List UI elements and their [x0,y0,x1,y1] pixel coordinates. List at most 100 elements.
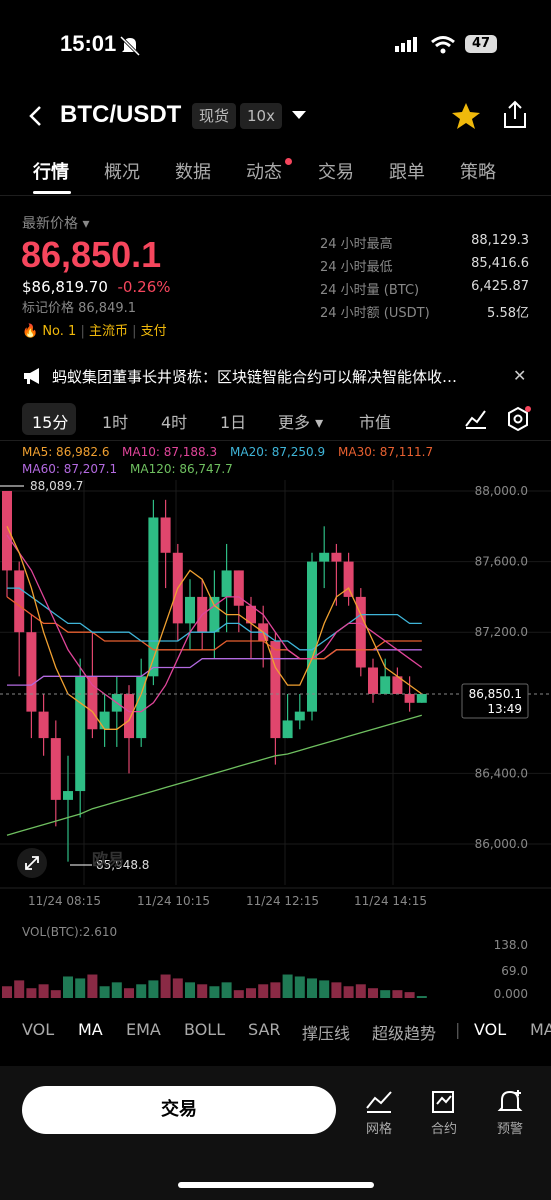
tab-feed[interactable]: 动态 [246,158,282,184]
period-4h[interactable]: 4时 [161,409,187,433]
candle-body [185,596,195,624]
y-tick-label: 87,600.0 [475,555,528,569]
x-tick-label: 11/24 08:15 [28,894,101,908]
volume-bar [331,982,342,998]
candlestick-chart[interactable]: 88,000.0 87,600.0 87,200.0 86,400.0 86,000.0… [0,480,551,910]
star-favorite-icon[interactable] [451,101,481,131]
indicator-bar: VOL MA EMA BOLL SAR 撑压线 超级趋势 | VOL MA [0,1012,551,1048]
volume-bar [172,978,183,998]
grid-button[interactable]: 网格 [349,1088,409,1137]
candle-body [343,561,354,597]
tab-copy[interactable]: 跟单 [389,158,425,184]
volume-bar [14,980,25,998]
volume-bar [282,974,293,998]
contract-icon [432,1091,454,1113]
alert-label: 预警 [496,1122,523,1137]
settings-hex-icon[interactable] [505,406,531,432]
ind-divider: | [455,1020,461,1039]
ind-ma[interactable]: MA [78,1020,103,1039]
tab-overview[interactable]: 概况 [104,158,140,184]
ma5-label: MA5: 86,982.6 [22,445,110,459]
contract-button[interactable]: 合约 [414,1088,474,1137]
volume-bar [87,974,98,998]
stats-panel: 24 小时最高 88,129.3 24 小时最低 85,416.6 24 小时量 (… [0,233,551,333]
back-icon[interactable] [26,104,46,128]
volume-chart: 138.0 69.0 0.000 [2,940,528,1001]
candle-body [14,570,25,633]
ma20-label: MA20: 87,250.9 [230,445,326,459]
ind-boll[interactable]: BOLL [184,1020,225,1039]
period-15m[interactable]: 15分 [32,409,68,433]
period-more[interactable]: 更多 ▾ [278,409,323,433]
volume-bar [124,988,134,998]
ind-vol[interactable]: VOL [22,1020,54,1039]
trade-button[interactable]: 交易 [22,1086,336,1134]
pair-dropdown-icon[interactable] [291,108,307,122]
grid-icon [366,1091,392,1113]
indicator-icon[interactable] [464,408,488,430]
volume-bar [233,990,244,998]
ind-ma-sub[interactable]: MA [530,1020,551,1039]
candle-body [282,720,293,739]
candle-body [233,570,244,606]
volume-bar [75,978,86,998]
volume-bar [99,986,110,998]
pair-title[interactable]: BTC/USDT [60,101,181,129]
x-tick-label: 11/24 10:15 [137,894,210,908]
mute-bell-icon [119,35,141,56]
volume-bar [148,980,159,998]
ind-ema[interactable]: EMA [126,1020,161,1039]
tab-data[interactable]: 数据 [175,158,211,184]
share-icon[interactable] [501,100,529,130]
tab-trade[interactable]: 交易 [318,158,354,184]
tab-strategy[interactable]: 策略 [460,158,496,184]
stat-low-label: 24 小时最低 [320,260,393,275]
volume-bar [246,988,256,998]
volume-bar [270,982,281,998]
market-tag: 现货 [192,103,237,129]
volume-bar [319,980,330,998]
period-market-cap[interactable]: 市值 [359,409,391,433]
volume-bar [63,976,73,998]
wifi-icon [431,36,455,54]
candle-body [331,552,342,562]
volume-tick-label: 138.0 [494,940,528,952]
volume-bar [404,992,415,998]
stat-low-value: 85,416.6 [471,256,529,271]
alert-button[interactable]: 预警 [480,1088,540,1137]
volume-bar [2,986,12,998]
volume-bar [26,988,37,998]
volume-bar [221,982,232,998]
close-icon[interactable]: ✕ [513,366,526,385]
volume-bar [355,984,366,998]
period-1h[interactable]: 1时 [102,409,128,433]
volume-bar [307,978,317,998]
candle-body [148,517,159,677]
candle-body [380,676,391,694]
volume-tick-label: 69.0 [501,964,528,978]
grid-label: 网格 [365,1122,392,1137]
period-1d[interactable]: 1日 [220,409,246,433]
volume-bar [38,984,49,998]
ind-supertrend[interactable]: 超级趋势 [372,1020,436,1044]
volume-tick-label: 0.000 [494,987,528,1001]
ind-support[interactable]: 撑压线 [302,1020,350,1044]
ind-sar[interactable]: SAR [248,1020,281,1039]
ind-vol-sub[interactable]: VOL [474,1020,506,1039]
last-price-label[interactable]: 最新价格 ▾ [22,213,89,233]
main-tabs: 行情 概况 数据 动态 交易 跟单 策略 [0,150,551,195]
news-banner[interactable]: 蚂蚁集团董事长井贤栋：区块链智能合约可以解决智能体收… ✕ [0,362,551,392]
x-tick-label: 11/24 14:15 [354,894,427,908]
tab-market[interactable]: 行情 [33,158,69,184]
candle-body [160,517,171,553]
candle-body [99,711,110,730]
volume-bar [294,976,305,998]
leverage-tag[interactable]: 10x [240,103,282,129]
volume-bar [111,982,122,998]
volume-bar [160,974,171,998]
candle-body [307,561,317,712]
candle-body [416,693,427,703]
divider [0,440,551,441]
candle-body [38,711,49,739]
watermark: 欧易 [92,850,124,869]
